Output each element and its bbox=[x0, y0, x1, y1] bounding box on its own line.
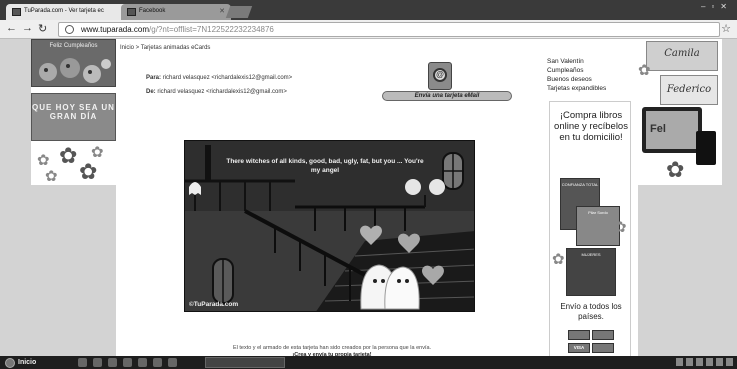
payment-logos-row bbox=[568, 330, 614, 340]
address-bar[interactable]: www.tuparada.com/g/?nt=offlist=7N1225222… bbox=[58, 22, 720, 37]
media-icon[interactable] bbox=[93, 358, 102, 367]
category-link[interactable]: San Valentín bbox=[547, 57, 606, 66]
tablet-screen-text: Fel bbox=[646, 111, 698, 149]
close-tab-icon[interactable]: ✕ bbox=[219, 7, 225, 15]
browser-toolbar: ← → ↻ www.tuparada.com/g/?nt=offlist=7N1… bbox=[0, 20, 737, 39]
tray-icon[interactable] bbox=[676, 358, 683, 366]
book-cover: MUJERES bbox=[566, 248, 616, 296]
tray-icon[interactable] bbox=[726, 358, 733, 366]
flower-icon: ✿ bbox=[638, 62, 651, 79]
app-icon[interactable] bbox=[123, 358, 132, 367]
thumbnail-caption: Feliz Cumpleaños bbox=[49, 43, 98, 49]
windows-orb-icon bbox=[5, 358, 15, 368]
category-link[interactable]: Cumpleaños bbox=[547, 66, 606, 75]
bookmark-star-icon[interactable]: ☆ bbox=[721, 22, 731, 35]
flower-icon: ✿ bbox=[552, 251, 565, 268]
facebook-favicon-icon bbox=[127, 8, 136, 16]
breadcrumb[interactable]: Inicio > Tarjetas animadas eCards bbox=[120, 45, 210, 51]
start-label: Inicio bbox=[18, 359, 37, 366]
credit-card-icon bbox=[568, 330, 590, 340]
ad-shipping-text: Envío a todos los países. bbox=[560, 302, 622, 321]
sender-line: De: richard velasquez <richardalexis12@g… bbox=[146, 89, 287, 95]
screen: TuParada.com - Ver tarjeta ec ✕ Facebook… bbox=[0, 0, 737, 369]
sender-label: De: bbox=[146, 89, 156, 95]
app-icon[interactable] bbox=[153, 358, 162, 367]
flower-icon: ✿ bbox=[45, 168, 58, 185]
flower-icon: ✿ bbox=[79, 159, 98, 184]
greeting-card-thumbnail[interactable]: QUE HOY SEA UN GRAN DÍA bbox=[31, 93, 116, 141]
browser-icon[interactable] bbox=[108, 358, 117, 367]
windows-taskbar: Inicio bbox=[0, 356, 737, 369]
new-tab-button[interactable] bbox=[225, 6, 253, 18]
forward-arrow-icon[interactable]: → bbox=[22, 22, 33, 34]
main-content: Inicio > Tarjetas animadas eCards Para: … bbox=[116, 39, 638, 358]
tab-facebook[interactable]: Facebook ✕ bbox=[121, 4, 231, 20]
books-ad[interactable]: ¡Compra libros online y recíbelos en tu … bbox=[549, 101, 631, 357]
url-path: /g/?nt=offlist=7N122522232234876 bbox=[149, 25, 274, 34]
reload-icon[interactable]: ↻ bbox=[38, 22, 47, 35]
ecard-animation[interactable]: There witches of all kinds, good, bad, u… bbox=[184, 140, 475, 312]
category-link[interactable]: Buenos deseos bbox=[547, 75, 606, 84]
flower-icon: ✿ bbox=[59, 143, 78, 168]
sender-value: richard velasquez <richardalexis12@gmail… bbox=[157, 89, 287, 95]
recipient-line: Para: richard velasquez <richardalexis12… bbox=[146, 75, 292, 81]
credit-card-icon bbox=[592, 343, 614, 353]
send-ecard-button[interactable]: Envía una tarjeta eMail bbox=[382, 91, 512, 101]
network-icon[interactable] bbox=[716, 358, 723, 366]
start-button[interactable]: Inicio bbox=[2, 357, 60, 368]
taskbar-window-button[interactable] bbox=[205, 357, 285, 368]
visa-card-icon: VISA bbox=[568, 343, 590, 353]
ecard-message: There witches of all kinds, good, bad, u… bbox=[226, 158, 424, 174]
left-ad-banner[interactable]: Feliz Cumpleaños QUE HOY SEA UN GRAN DÍA… bbox=[31, 39, 116, 185]
name-card-thumbnail[interactable]: Federico bbox=[660, 75, 718, 105]
back-arrow-icon[interactable]: ← bbox=[6, 22, 17, 34]
ad-headline: ¡Compra libros online y recíbelos en tu … bbox=[554, 110, 628, 143]
email-envelope-icon[interactable]: @ bbox=[428, 62, 452, 90]
recipient-value: richard velasquez <richardalexis12@gmail… bbox=[162, 75, 293, 81]
quick-launch bbox=[78, 358, 177, 367]
phone-device-image bbox=[696, 131, 716, 165]
browser-tabstrip: TuParada.com - Ver tarjeta ec ✕ Facebook… bbox=[0, 0, 737, 20]
app-icon[interactable] bbox=[168, 358, 177, 367]
tuparada-favicon-icon bbox=[12, 8, 21, 16]
right-ad-banner[interactable]: Camila ✿ Federico Fel ✿ bbox=[638, 39, 722, 185]
tab-label: Facebook bbox=[139, 8, 166, 14]
footer-note: El texto y el armado de esta tarjeta han… bbox=[232, 345, 432, 351]
name-card-thumbnail[interactable]: Camila bbox=[646, 41, 718, 71]
explorer-icon[interactable] bbox=[78, 358, 87, 367]
tab-label: TuParada.com - Ver tarjeta ec bbox=[24, 8, 104, 14]
volume-icon[interactable] bbox=[706, 358, 713, 366]
payment-logos-row: VISA bbox=[568, 343, 614, 353]
category-link[interactable]: Tarjetas expandibles bbox=[547, 84, 606, 93]
web-page: Feliz Cumpleaños QUE HOY SEA UN GRAN DÍA… bbox=[0, 39, 737, 358]
system-tray bbox=[676, 358, 733, 366]
birthday-card-thumbnail[interactable]: Feliz Cumpleaños bbox=[31, 39, 116, 87]
app-icon[interactable] bbox=[138, 358, 147, 367]
flower-icon: ✿ bbox=[614, 219, 627, 236]
ecard-copyright: ©TuParada.com bbox=[189, 301, 239, 308]
page-info-icon[interactable] bbox=[65, 25, 74, 34]
party-illustration-icon bbox=[38, 58, 111, 83]
credit-card-icon bbox=[592, 330, 614, 340]
url-host: www.tuparada.com bbox=[81, 25, 150, 34]
thumbnail-caption: QUE HOY SEA UN GRAN DÍA bbox=[32, 103, 115, 121]
tray-icon[interactable] bbox=[696, 358, 703, 366]
category-links: San Valentín Cumpleaños Buenos deseos Ta… bbox=[547, 57, 606, 93]
flower-icon: ✿ bbox=[666, 157, 685, 182]
tray-icon[interactable] bbox=[686, 358, 693, 366]
tablet-device-image: Fel bbox=[642, 107, 702, 153]
window-controls[interactable]: –▫✕ bbox=[701, 2, 733, 11]
recipient-label: Para: bbox=[146, 75, 162, 81]
